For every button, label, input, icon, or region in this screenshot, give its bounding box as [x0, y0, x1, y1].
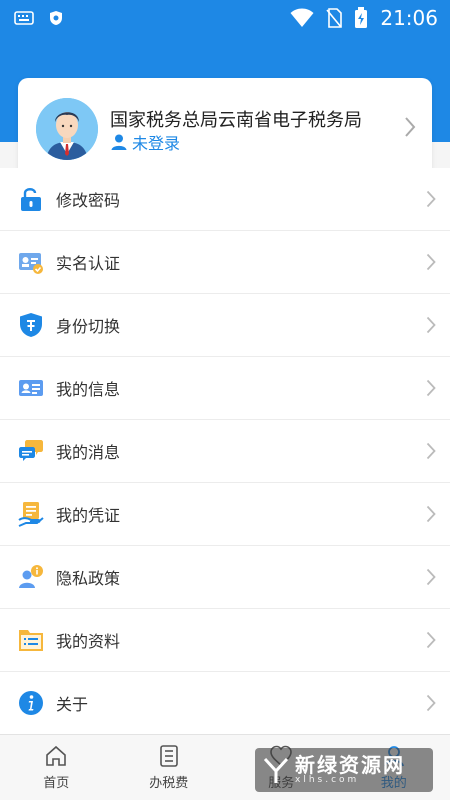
id-card-icon [19, 380, 43, 396]
menu-item-label: 我的信息 [56, 380, 121, 399]
chevron-right-icon [426, 568, 436, 586]
watermark-logo-icon [263, 757, 289, 783]
tab-label: 首页 [43, 776, 70, 791]
menu-item-privacy-policy[interactable]: 隐私政策 [0, 546, 450, 609]
watermark-subtitle: xlhs.com [295, 775, 360, 785]
id-verify-icon [19, 253, 43, 274]
info-icon [19, 691, 43, 715]
menu-item-my-info[interactable]: 我的信息 [0, 357, 450, 420]
org-name: 国家税务总局云南省电子税务局 [110, 110, 362, 131]
list-icon [159, 745, 178, 767]
menu-item-label: 实名认证 [56, 254, 121, 273]
clock: 21:06 [380, 6, 438, 30]
menu-item-label: 我的凭证 [56, 506, 121, 525]
avatar [36, 98, 98, 160]
menu-item-label: 我的资料 [56, 632, 121, 651]
wifi-icon [290, 8, 314, 27]
chevron-right-icon [426, 190, 436, 208]
person-icon [111, 134, 127, 150]
voucher-icon [18, 502, 44, 527]
no-sim-icon [326, 8, 343, 28]
chevron-right-icon [426, 253, 436, 271]
lock-icon [21, 188, 41, 211]
menu-item-label: 身份切换 [56, 317, 121, 336]
tab-home[interactable]: 首页 [0, 735, 113, 800]
keyboard-icon [14, 11, 34, 25]
menu-item-my-vouchers[interactable]: 我的凭证 [0, 483, 450, 546]
battery-charging-icon [355, 7, 368, 28]
home-icon [46, 745, 67, 766]
watermark: 新绿资源网 xlhs.com [255, 748, 433, 792]
menu-item-my-documents[interactable]: 我的资料 [0, 609, 450, 672]
menu-item-label: 修改密码 [56, 191, 121, 210]
profile-card[interactable]: 国家税务总局云南省电子税务局 未登录 [18, 78, 432, 180]
chevron-right-icon [426, 631, 436, 649]
chevron-right-icon [426, 316, 436, 334]
menu-item-label: 隐私政策 [56, 569, 121, 588]
menu-item-real-name-auth[interactable]: 实名认证 [0, 231, 450, 294]
chat-icon [19, 440, 43, 461]
tab-tax[interactable]: 办税费 [113, 735, 226, 800]
chevron-right-icon [426, 442, 436, 460]
watermark-title: 新绿资源网 [295, 753, 405, 777]
status-bar: 21:06 [0, 0, 450, 36]
login-status-label: 未登录 [132, 134, 181, 153]
document-icon [19, 630, 43, 651]
menu-item-label: 关于 [56, 695, 89, 714]
shield-switch-icon [20, 313, 42, 337]
chevron-right-icon [426, 505, 436, 523]
menu-item-label: 我的消息 [56, 443, 121, 462]
chevron-right-icon [426, 694, 436, 712]
tab-label: 办税费 [149, 776, 189, 791]
chevron-right-icon [405, 117, 416, 137]
menu-item-my-messages[interactable]: 我的消息 [0, 420, 450, 483]
menu-item-change-password[interactable]: 修改密码 [0, 168, 450, 231]
settings-menu: 修改密码 实名认证 身份切换 我的信息 我的消息 我的凭证 隐私政策 我的资料 [0, 168, 450, 735]
menu-item-identity-switch[interactable]: 身份切换 [0, 294, 450, 357]
chevron-right-icon [426, 379, 436, 397]
privacy-icon [19, 565, 43, 588]
vpn-shield-icon [50, 11, 62, 25]
menu-item-about[interactable]: 关于 [0, 672, 450, 735]
login-status[interactable]: 未登录 [110, 130, 180, 154]
